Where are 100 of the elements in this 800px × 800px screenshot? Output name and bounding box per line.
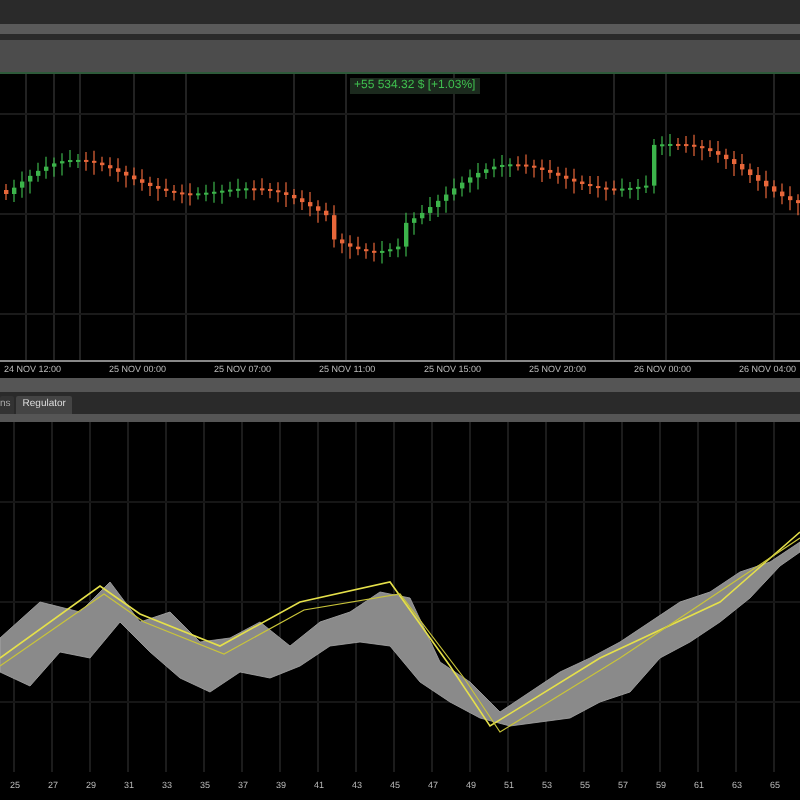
candlestick [252,179,257,201]
candlestick [116,157,121,183]
candlestick [164,178,169,198]
candlestick [404,212,409,258]
candlestick [356,236,361,256]
candlestick [316,199,321,224]
candlestick [380,240,385,264]
candlestick [564,167,569,190]
candlestick [524,154,529,175]
candlestick [412,211,417,236]
candlestick [732,150,737,177]
candlestick [452,177,457,202]
candlestick [132,166,137,186]
candlestick [244,181,249,200]
candlestick [668,133,673,157]
candlestick [436,194,441,218]
candlestick [348,234,353,260]
candlestick [372,242,377,262]
candlestick [364,242,369,260]
candlestick [140,168,145,192]
candlestick [740,153,745,176]
candlestick [684,135,689,154]
candlestick [84,151,89,172]
candlestick [260,177,265,196]
candlestick [692,134,697,157]
candlestick [52,156,57,178]
candlestick [468,168,473,194]
candlestick [444,185,449,214]
candlestick [388,242,393,258]
candlestick [12,179,17,203]
candlestick [324,202,329,222]
candlestick [644,175,649,194]
candlestick [460,176,465,197]
candlestick [300,189,305,211]
candlestick [580,174,585,191]
candlestick [596,175,601,199]
candlestick [188,182,193,207]
candlestick [196,186,201,201]
candlestick [92,150,97,176]
candlestick [788,185,793,211]
candlestick [268,182,273,199]
candlestick [484,162,489,180]
candlestick [500,154,505,178]
candlestick [620,178,625,198]
candlestick [44,156,49,180]
candlestick [548,159,553,180]
candlestick [540,158,545,183]
candlestick [292,188,297,205]
candlestick [724,148,729,170]
candlestick [332,204,337,249]
candlestick [612,179,617,196]
candlestick [756,166,761,192]
candlestick [492,158,497,178]
candlestick [604,180,609,202]
candlestick [660,135,665,156]
candlestick [676,137,681,151]
candlestick [532,159,537,179]
candlestick [716,140,721,164]
candlestick [220,184,225,205]
candlestick [340,232,345,254]
candlestick [588,175,593,195]
candlestick [68,149,73,168]
candlestick [636,178,641,201]
candlestick [180,183,185,204]
candlestick [708,139,713,158]
candlestick [428,196,433,222]
candlestick [204,184,209,202]
candlestick [748,162,753,184]
candlestick [700,139,705,161]
candlestick [772,179,777,199]
candlestick [652,138,657,195]
candlestick [28,169,33,195]
candlestick [396,238,401,258]
candlestick [60,152,65,176]
candlestick [308,191,313,217]
candlestick [156,177,161,202]
candlestick [36,162,41,183]
candlestick [236,178,241,199]
candlestick [4,183,9,201]
candlestick [780,182,785,205]
candlestick [212,181,217,204]
candlestick [108,156,113,177]
candlestick [556,166,561,185]
candlestick [420,204,425,225]
candlestick [20,170,25,199]
candlestick [628,181,633,200]
candlestick [476,162,481,190]
candlestick [172,184,177,201]
candlestick [572,168,577,195]
candlestick [228,181,233,198]
candlestick [284,181,289,208]
candlestick [124,165,129,189]
candlestick [276,181,281,203]
candlestick [76,153,81,169]
candlestick [516,155,521,172]
candlestick [100,156,105,172]
candlestick [148,176,153,197]
candlestick [764,170,769,199]
candlestick [796,193,800,216]
candlestick [508,157,513,178]
